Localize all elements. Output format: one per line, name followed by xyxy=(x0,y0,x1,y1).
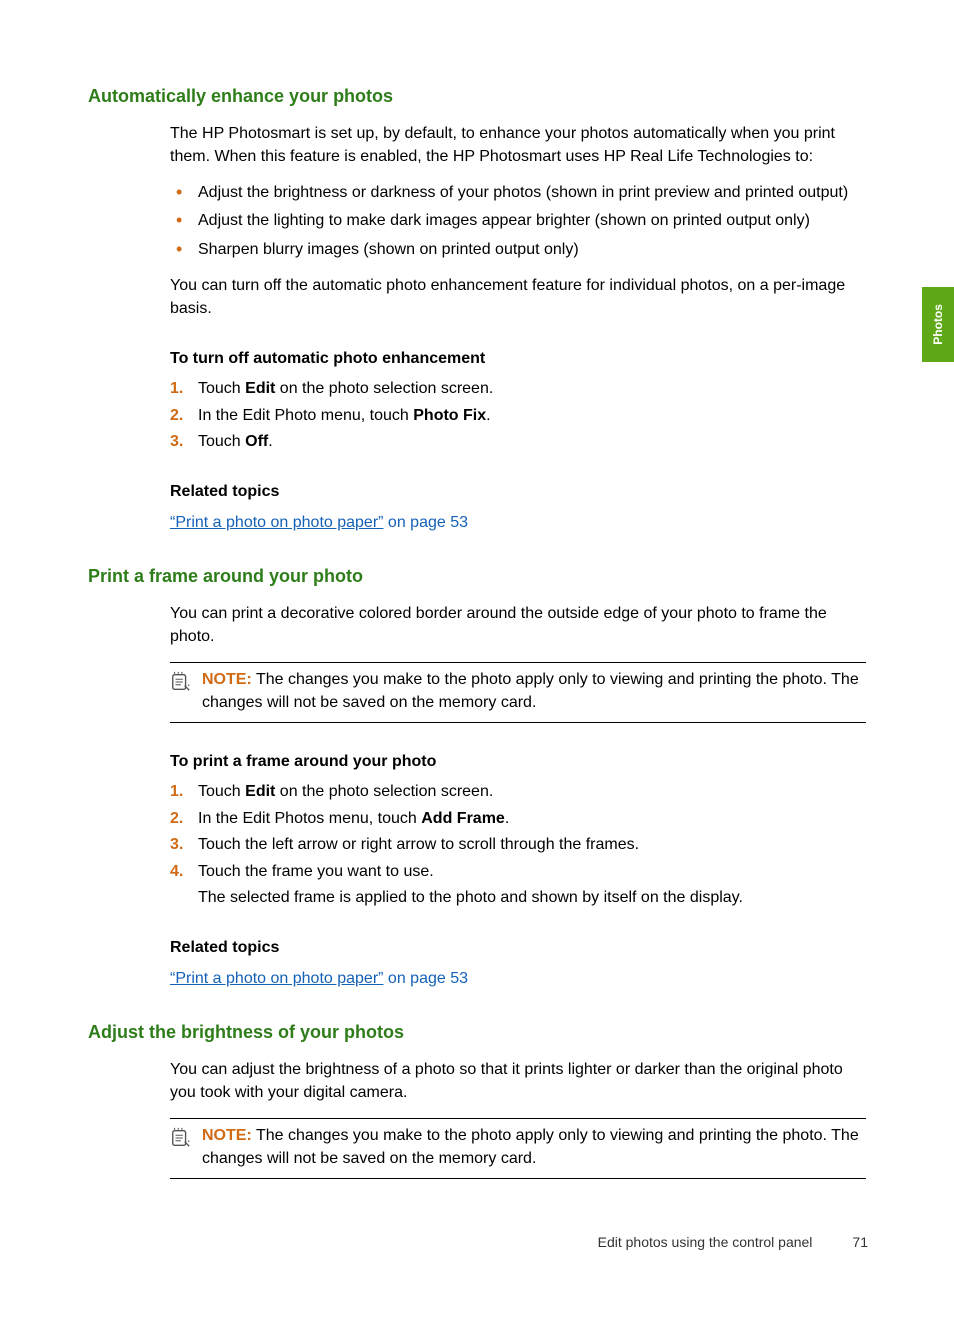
list-item: Sharpen blurry images (shown on printed … xyxy=(170,239,866,261)
brightness-intro: You can adjust the brightness of a photo… xyxy=(170,1059,866,1104)
step-item: Touch Edit on the photo selection screen… xyxy=(170,781,866,803)
step-item: In the Edit Photo menu, touch Photo Fix. xyxy=(170,405,866,427)
list-item: Adjust the lighting to make dark images … xyxy=(170,210,866,232)
frame-intro: You can print a decorative colored borde… xyxy=(170,603,866,648)
section-enhance: Automatically enhance your photos The HP… xyxy=(88,84,866,534)
section-frame: Print a frame around your photo You can … xyxy=(88,564,866,990)
section-enhance-body: The HP Photosmart is set up, by default,… xyxy=(170,123,866,534)
footer-text: Edit photos using the control panel xyxy=(598,1233,813,1253)
related-link[interactable]: “Print a photo on photo paper” xyxy=(170,514,383,531)
step-item: Touch the frame you want to use. xyxy=(170,861,866,883)
section-title-brightness: Adjust the brightness of your photos xyxy=(88,1020,866,1045)
enhance-after: You can turn off the automatic photo enh… xyxy=(170,275,866,320)
step-item: In the Edit Photos menu, touch Add Frame… xyxy=(170,808,866,830)
related-link-suffix: on page 53 xyxy=(383,514,468,531)
step-extra: The selected frame is applied to the pho… xyxy=(170,887,866,909)
frame-proc-title: To print a frame around your photo xyxy=(170,751,866,773)
frame-related-title: Related topics xyxy=(170,937,866,959)
chapter-tab: Photos xyxy=(922,287,954,362)
step-item: Touch Off. xyxy=(170,431,866,453)
note-text: The changes you make to the photo apply … xyxy=(202,671,859,710)
page-number: 71 xyxy=(852,1233,868,1253)
enhance-steps: Touch Edit on the photo selection screen… xyxy=(170,378,866,453)
note-label: NOTE: xyxy=(202,671,252,688)
enhance-intro: The HP Photosmart is set up, by default,… xyxy=(170,123,866,168)
note-box: NOTE: The changes you make to the photo … xyxy=(170,662,866,723)
section-brightness-body: You can adjust the brightness of a photo… xyxy=(170,1059,866,1179)
note-box: NOTE: The changes you make to the photo … xyxy=(170,1118,866,1179)
note-label: NOTE: xyxy=(202,1127,252,1144)
section-frame-body: You can print a decorative colored borde… xyxy=(170,603,866,990)
list-item: Adjust the brightness or darkness of you… xyxy=(170,182,866,204)
enhance-proc-title: To turn off automatic photo enhancement xyxy=(170,348,866,370)
enhance-bullets: Adjust the brightness or darkness of you… xyxy=(170,182,866,261)
step-item: Touch the left arrow or right arrow to s… xyxy=(170,834,866,856)
note-text: The changes you make to the photo apply … xyxy=(202,1127,859,1166)
section-brightness: Adjust the brightness of your photos You… xyxy=(88,1020,866,1179)
section-title-frame: Print a frame around your photo xyxy=(88,564,866,589)
page-footer: Edit photos using the control panel 71 xyxy=(598,1233,868,1253)
section-title-enhance: Automatically enhance your photos xyxy=(88,84,866,109)
step-item: Touch Edit on the photo selection screen… xyxy=(170,378,866,400)
related-link[interactable]: “Print a photo on photo paper” xyxy=(170,970,383,987)
frame-steps: Touch Edit on the photo selection screen… xyxy=(170,781,866,883)
page-content: Automatically enhance your photos The HP… xyxy=(0,0,954,1179)
note-icon xyxy=(170,671,192,693)
frame-related-link-row: “Print a photo on photo paper” on page 5… xyxy=(170,968,866,990)
note-icon xyxy=(170,1127,192,1149)
enhance-related-title: Related topics xyxy=(170,481,866,503)
enhance-related-link-row: “Print a photo on photo paper” on page 5… xyxy=(170,512,866,534)
related-link-suffix: on page 53 xyxy=(383,970,468,987)
chapter-tab-label: Photos xyxy=(930,304,947,345)
